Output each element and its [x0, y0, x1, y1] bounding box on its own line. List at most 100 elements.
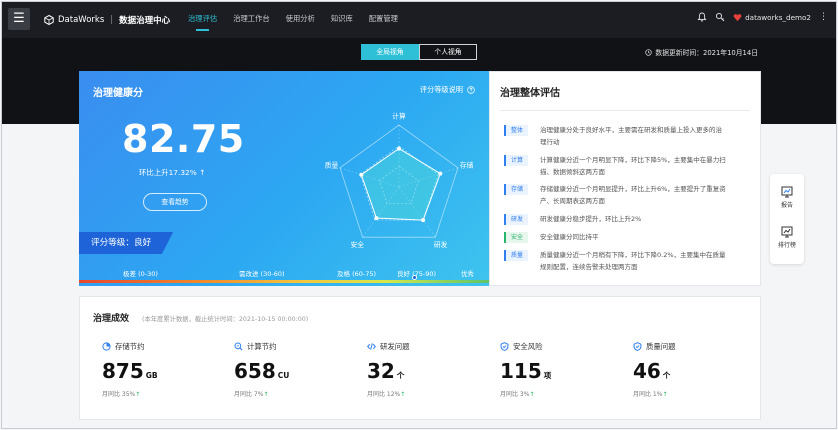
user-account[interactable]: dataworks_demo2 [733, 13, 811, 22]
metric-unit: CU [277, 371, 290, 380]
assessment-text: 存储健康分近一个月明显提升，环比上升6%，主要提升了重复资 产、长周期表这两方面 [540, 183, 726, 207]
arrow-up-icon: ↑ [529, 391, 535, 398]
floating-side-panel: 报告 排行榜 [770, 174, 804, 264]
report-icon [781, 186, 793, 198]
metric-value: 658 CU [234, 359, 364, 383]
metric-header: 研发问题 [367, 341, 497, 352]
report-button[interactable]: 报告 [770, 186, 804, 209]
metric-security-risks: 安全风险 115 项 月同比 3%↑ [500, 341, 630, 398]
tab-governance-workbench[interactable]: 治理工作台 [233, 14, 269, 28]
metric-mom: 月同比 1%↑ [633, 389, 763, 398]
assessment-text: 治理健康分处于良好水平，主要需在研发和质量上投入更多的治 理行动 [540, 124, 722, 148]
metric-value: 115 项 [500, 359, 630, 383]
assessment-line: 治理健康分处于良好水平，主要需在研发和质量上投入更多的治 [540, 126, 722, 134]
assessment-divider [500, 110, 750, 111]
metric-mom: 月同比 35%↑ [102, 389, 232, 398]
dataworks-logo-icon [44, 15, 54, 25]
health-score-card: 治理健康分 评分等级说明 82.75 环比上升17.32% ↑ 查看趋势 计算存… [79, 71, 489, 286]
assessment-tag: 计算 [504, 155, 528, 166]
metric-number: 115 [500, 359, 542, 383]
metric-quality-issues: 质量问题 46 个 月同比 1%↑ [633, 341, 763, 398]
app-frame: ☰ DataWorks | 数据治理中心 治理评估 治理工作台 使用分析 知识库… [1, 1, 837, 429]
metric-compute-savings: 计算节约 658 CU 月同比 7%↑ [234, 341, 364, 398]
grade-info-link[interactable]: 评分等级说明 [420, 85, 475, 95]
arrow-up-icon: ↑ [263, 391, 269, 398]
metric-value: 46 个 [633, 359, 763, 383]
radar-chart: 计算存储研发 安全 质量 [325, 112, 474, 249]
personal-view-button[interactable]: 个人视角 [419, 44, 477, 60]
assessment-line: 安全健康分同比持平 [540, 233, 599, 241]
health-title: 治理健康分 [93, 88, 143, 99]
tab-knowledge-base[interactable]: 知识库 [331, 14, 353, 28]
logo-separator: | [110, 15, 114, 25]
metric-header: 安全风险 [500, 341, 630, 352]
arrow-up-icon: ↑ [400, 391, 406, 398]
menu-icon[interactable]: ☰ [8, 8, 30, 30]
health-mom: 环比上升17.32% ↑ [139, 167, 205, 178]
assessment-title: 治理整体评估 [500, 88, 560, 99]
metric-header: 质量问题 [633, 341, 763, 352]
radar-axis-label-1: 存储 [460, 161, 474, 170]
view-trend-button[interactable]: 查看趋势 [143, 193, 207, 211]
ranking-button[interactable]: 排行榜 [770, 226, 804, 249]
metric-mom-text: 月同比 12% [367, 391, 401, 398]
bell-icon[interactable] [697, 12, 707, 22]
governance-results-card: 治理成效 (本年度累计数据，截止统计时间：2021-10-15 00:00:00… [79, 296, 761, 420]
metric-mom-text: 月同比 7% [234, 391, 264, 398]
metric-mom-text: 月同比 3% [500, 391, 530, 398]
user-name: dataworks_demo2 [745, 12, 811, 22]
metric-label: 计算节约 [247, 342, 277, 351]
health-score: 82.75 [122, 117, 245, 161]
update-time-text: 数据更新时间：2021年10月14日 [655, 49, 758, 57]
dev-icon [367, 343, 376, 350]
arrow-up-icon: ↑ [662, 391, 668, 398]
main-nav: 治理评估 治理工作台 使用分析 知识库 配置管理 [188, 14, 414, 31]
metric-unit: 个 [662, 371, 671, 380]
scale-label-poor: 极差 (0-30) [123, 270, 158, 278]
assessment-row: 研发 研发健康分稳步提升，环比上升2% [504, 213, 746, 225]
health-mom-text: 环比上升17.32% [139, 168, 197, 177]
scale-label-excellent: 优秀 [461, 270, 474, 278]
results-subtitle: (本年度累计数据，截止统计时间：2021-10-15 00:00:00) [142, 316, 309, 323]
ranking-icon [781, 226, 793, 238]
metric-mom-text: 月同比 1% [633, 391, 663, 398]
metric-unit: GB [145, 371, 158, 380]
radar-point-3 [374, 216, 379, 221]
key-search-icon[interactable] [715, 12, 725, 22]
scale-labels: 极差 (0-30) 需改进 (30-60) 及格 (60-75) 良好 (75-… [79, 268, 489, 278]
radar-point-1 [438, 171, 443, 176]
global-view-button[interactable]: 全局视角 [361, 44, 419, 60]
radar-axis-label-2: 研发 [434, 240, 448, 249]
assessment-line: 存储健康分近一个月明显提升，环比上升6%，主要提升了重复资 [540, 185, 726, 193]
view-toggle: 全局视角 个人视角 [361, 44, 477, 60]
more-icon[interactable]: ⋮ [819, 12, 828, 22]
tab-usage-analysis[interactable]: 使用分析 [286, 14, 315, 28]
metric-number: 32 [367, 359, 395, 383]
assessment-row: 存储 存储健康分近一个月明显提升，环比上升6%，主要提升了重复资 产、长周期表这两… [504, 183, 746, 207]
assessment-tag: 存储 [504, 184, 528, 195]
tab-governance-assessment[interactable]: 治理评估 [188, 14, 217, 31]
radar-point-2 [421, 218, 426, 223]
metric-mom: 月同比 12%↑ [367, 389, 497, 398]
arrow-up-icon: ↑ [196, 168, 206, 177]
security-icon [500, 342, 509, 351]
metric-number: 658 [234, 359, 276, 383]
ranking-label: 排行榜 [777, 242, 796, 249]
assessment-line: 质量健康分近一个月稍有下降，环比下降0.2%，主要集中在质量 [540, 251, 726, 259]
metric-label: 质量问题 [646, 342, 676, 351]
assessment-line: 产、长周期表这两方面 [540, 197, 605, 205]
assessment-tag: 质量 [504, 250, 528, 261]
compute-icon [234, 342, 243, 351]
metric-header: 存储节约 [102, 341, 232, 352]
metric-value: 32 个 [367, 359, 497, 383]
metric-unit: 项 [543, 371, 552, 380]
product-logo[interactable]: DataWorks | 数据治理中心 [44, 13, 170, 27]
clock-icon [645, 48, 653, 56]
assessment-row: 质量 质量健康分近一个月稍有下降，环比下降0.2%，主要集中在质量 规则配置，连续… [504, 249, 746, 273]
assessment-text: 安全健康分同比持平 [540, 231, 599, 243]
assessment-row: 安全 安全健康分同比持平 [504, 231, 746, 243]
metric-label: 存储节约 [115, 342, 145, 351]
user-avatar-icon [733, 13, 742, 21]
tab-config-management[interactable]: 配置管理 [369, 14, 398, 28]
module-name: 数据治理中心 [119, 16, 171, 26]
